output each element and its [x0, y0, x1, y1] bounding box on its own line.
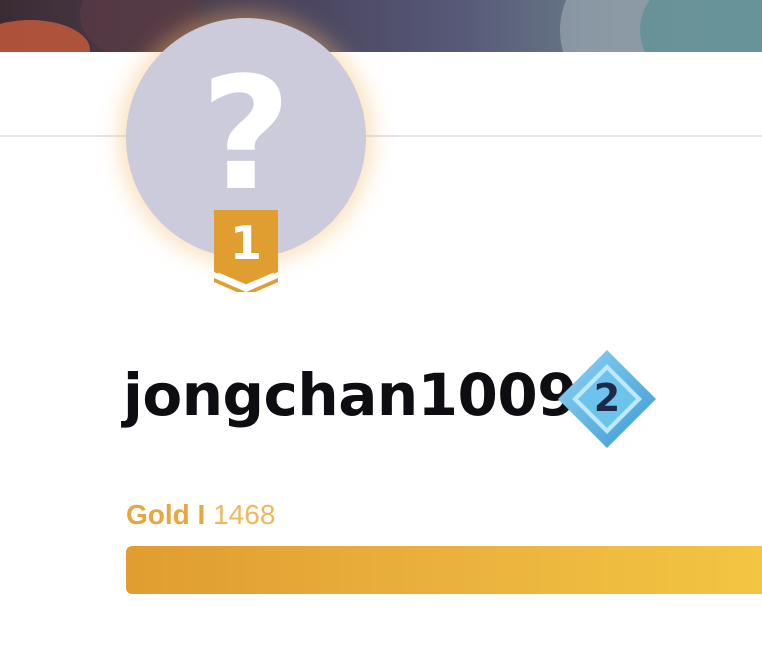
tier-progress-bar [126, 546, 762, 594]
profile-banner [0, 0, 762, 52]
banner-shape [640, 0, 762, 52]
tier-name: Gold I [126, 499, 206, 530]
rank-badge: 1 [214, 210, 278, 292]
rank-number: 1 [229, 216, 262, 270]
level-number: 2 [593, 376, 621, 420]
username: jongchan1009 [123, 361, 578, 429]
profile-header-strip [0, 52, 762, 137]
banner-shape [0, 20, 90, 52]
level-badge[interactable]: 2 [556, 348, 658, 450]
tier-score: 1468 [213, 499, 276, 530]
avatar-placeholder-icon: ? [200, 43, 292, 225]
tier-info: Gold I 1468 [126, 498, 275, 532]
